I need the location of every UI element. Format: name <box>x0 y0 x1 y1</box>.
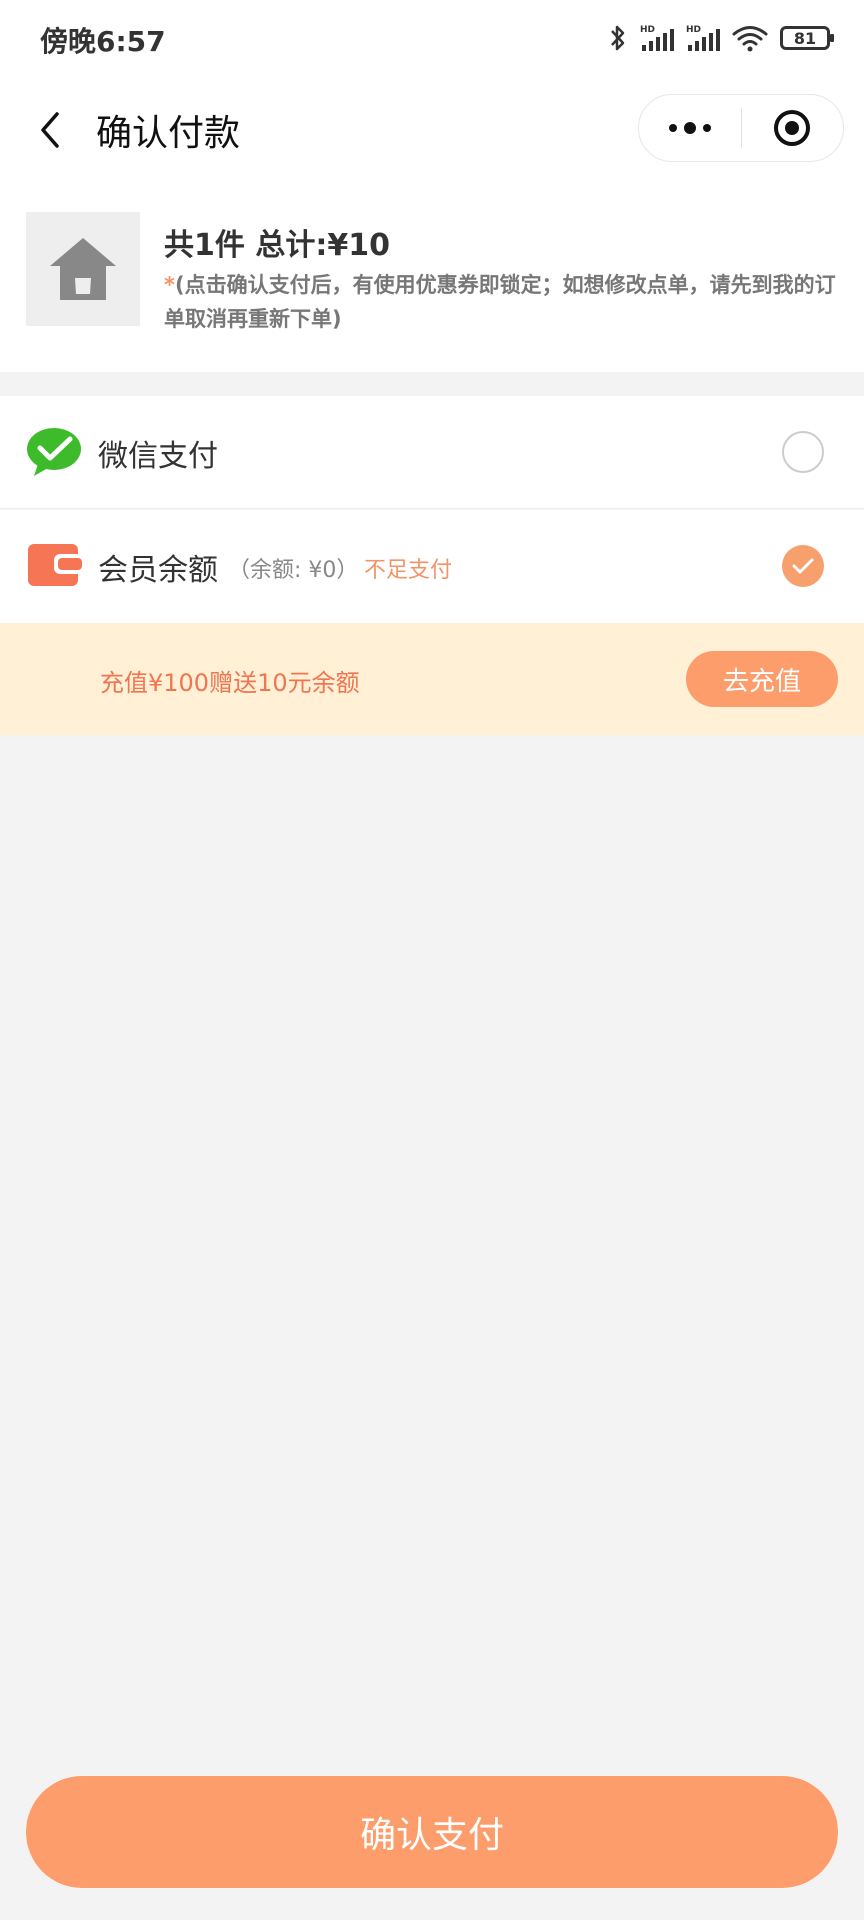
status-bar: 傍晚6:57 HD HD 81 <box>0 0 864 78</box>
home-icon <box>50 238 116 300</box>
wechat-pay-icon <box>27 428 81 476</box>
close-button[interactable] <box>742 95 844 161</box>
target-close-icon <box>774 110 811 146</box>
battery-level: 81 <box>793 28 817 48</box>
insufficient-badge: 不足支付 <box>364 558 453 583</box>
chevron-left-icon <box>41 112 59 148</box>
recharge-button[interactable]: 去充值 <box>686 651 838 707</box>
member-balance-label: 会员余额 <box>98 553 218 588</box>
battery-icon: 81 <box>780 26 834 50</box>
svg-text:HD: HD <box>640 25 655 35</box>
note-star: * <box>164 273 175 297</box>
status-icons: HD HD 81 <box>608 20 834 56</box>
confirm-payment-button[interactable]: 确认支付 <box>26 1776 838 1888</box>
mini-program-capsule <box>638 94 844 162</box>
signal-hd-icon-2: HD <box>686 25 720 51</box>
svg-text:HD: HD <box>686 25 701 35</box>
wifi-icon <box>732 26 768 52</box>
note-text: (点击确认支付后，有使用优惠券即锁定；如想修改点单，请先到我的订单取消再重新下单… <box>164 273 836 331</box>
more-dots-icon <box>668 122 711 134</box>
nav-bar: 确认付款 <box>0 78 864 184</box>
more-button[interactable] <box>639 95 741 161</box>
order-note: *(点击确认支付后，有使用优惠券即锁定；如想修改点单，请先到我的订单取消再重新下… <box>164 268 844 336</box>
wechat-pay-radio[interactable] <box>782 431 824 473</box>
payment-option-member-balance[interactable]: 会员余额 （余额: ¥0） 不足支付 <box>0 510 864 623</box>
checkmark-icon <box>792 558 814 574</box>
balance-amount: （余额: ¥0） <box>228 558 359 583</box>
product-thumbnail <box>26 212 140 326</box>
member-balance-radio[interactable] <box>782 545 824 587</box>
wallet-icon <box>28 544 82 586</box>
status-time: 傍晚6:57 <box>40 25 166 58</box>
page-title: 确认付款 <box>96 113 241 154</box>
recharge-banner: 充值¥100赠送10元余额 去充值 <box>0 623 864 735</box>
order-total: 共1件 总计:¥10 <box>164 228 390 263</box>
order-summary: 共1件 总计:¥10 *(点击确认支付后，有使用优惠券即锁定；如想修改点单，请先… <box>0 184 864 372</box>
back-button[interactable] <box>20 98 80 162</box>
wechat-pay-label: 微信支付 <box>98 439 218 474</box>
recharge-promo-text: 充值¥100赠送10元余额 <box>100 669 360 697</box>
payment-option-wechat[interactable]: 微信支付 <box>0 396 864 509</box>
signal-hd-icon: HD <box>640 25 674 51</box>
bluetooth-icon <box>611 25 625 51</box>
